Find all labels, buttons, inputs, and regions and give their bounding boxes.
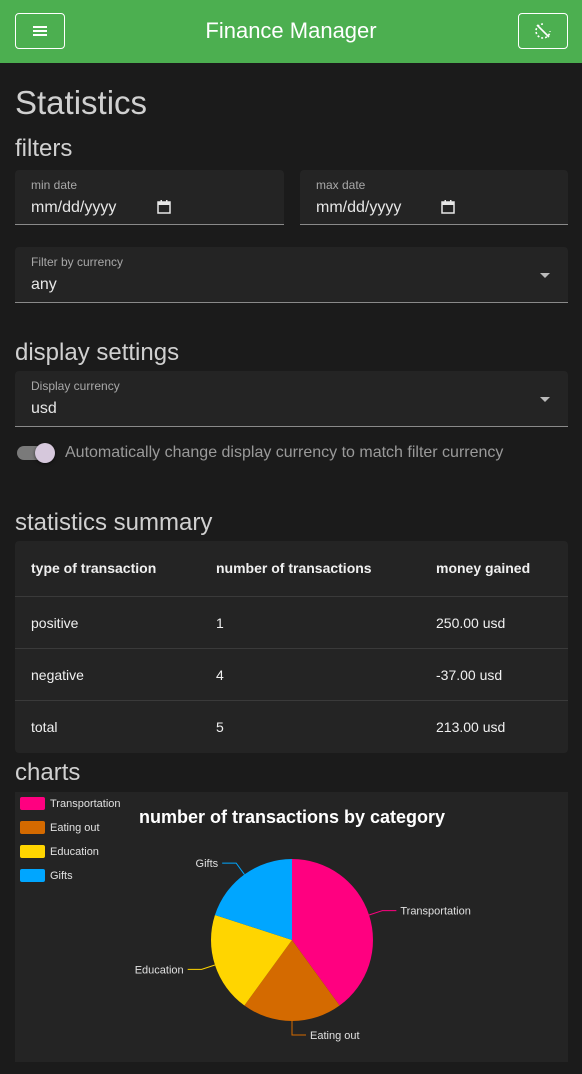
pie-leader-line bbox=[187, 964, 216, 970]
table-row: total 5 213.00 usd bbox=[15, 701, 568, 753]
display-currency-label: Display currency bbox=[31, 379, 120, 393]
table-row: negative 4 -37.00 usd bbox=[15, 649, 568, 701]
display-currency-value: usd bbox=[31, 400, 57, 417]
table-cell: negative bbox=[31, 667, 84, 683]
pie-label: Eating out bbox=[310, 1030, 360, 1042]
legend-label[interactable]: Gifts bbox=[50, 870, 73, 882]
table-cell: total bbox=[31, 719, 58, 735]
min-date-input[interactable]: mm/dd/yyyy bbox=[31, 199, 116, 217]
auto-currency-toggle-thumb[interactable] bbox=[35, 443, 55, 463]
chart-panel: number of transactions by category Trans… bbox=[15, 792, 568, 1062]
table-cell: 4 bbox=[216, 667, 224, 683]
filter-currency-select[interactable]: Filter by currency any bbox=[15, 247, 568, 303]
column-header: type of transaction bbox=[31, 560, 157, 576]
table-cell: -37.00 usd bbox=[436, 667, 503, 683]
legend-label[interactable]: Transportation bbox=[50, 798, 121, 810]
table-cell: 250.00 usd bbox=[436, 615, 506, 631]
min-date-field[interactable]: min date mm/dd/yyyy bbox=[15, 170, 284, 225]
table-cell: 1 bbox=[216, 615, 224, 631]
display-currency-select[interactable]: Display currency usd bbox=[15, 371, 568, 427]
legend-swatch[interactable] bbox=[20, 869, 45, 882]
table-header-row: type of transaction number of transactio… bbox=[15, 541, 568, 597]
filter-currency-value: any bbox=[31, 276, 57, 293]
table-cell: positive bbox=[31, 615, 79, 631]
pie-chart: number of transactions by category Trans… bbox=[20, 797, 471, 1042]
legend-swatch[interactable] bbox=[20, 797, 45, 810]
chart-title: number of transactions by category bbox=[139, 807, 445, 827]
column-header: money gained bbox=[436, 560, 531, 576]
pie-label: Gifts bbox=[196, 858, 219, 870]
legend-label[interactable]: Education bbox=[50, 846, 99, 858]
legend-swatch[interactable] bbox=[20, 821, 45, 834]
pie-label: Transportation bbox=[400, 906, 471, 918]
auto-currency-toggle-label: Automatically change display currency to… bbox=[65, 444, 504, 461]
calendar-icon[interactable] bbox=[157, 200, 171, 214]
max-date-field[interactable]: max date mm/dd/yyyy bbox=[300, 170, 568, 225]
max-date-label: max date bbox=[316, 178, 366, 192]
charts-heading: charts bbox=[15, 759, 81, 786]
max-date-input[interactable]: mm/dd/yyyy bbox=[316, 199, 401, 217]
theme-toggle-button[interactable] bbox=[518, 13, 568, 49]
table-cell: 5 bbox=[216, 719, 224, 735]
display-settings-heading: display settings bbox=[15, 339, 180, 366]
calendar-icon[interactable] bbox=[441, 200, 455, 214]
pie-leader-line bbox=[291, 1021, 306, 1036]
table-cell: 213.00 usd bbox=[436, 719, 506, 735]
legend-swatch[interactable] bbox=[20, 845, 45, 858]
app-bar: Finance Manager bbox=[0, 0, 582, 63]
app-title: Finance Manager bbox=[205, 18, 377, 43]
table-row: positive 1 250.00 usd bbox=[15, 597, 568, 649]
filters-heading: filters bbox=[15, 135, 73, 162]
theme-toggle-icon bbox=[535, 23, 551, 39]
pie-leader-line bbox=[368, 910, 397, 916]
chevron-down-icon bbox=[540, 273, 550, 278]
page-title: Statistics bbox=[15, 84, 148, 121]
statistics-summary-table: type of transaction number of transactio… bbox=[15, 541, 568, 753]
legend-label[interactable]: Eating out bbox=[50, 822, 100, 834]
pie-label: Education bbox=[135, 964, 184, 976]
statistics-summary-heading: statistics summary bbox=[15, 509, 213, 536]
filter-currency-label: Filter by currency bbox=[31, 255, 124, 269]
chevron-down-icon bbox=[540, 397, 550, 402]
pie-leader-line bbox=[222, 862, 245, 875]
column-header: number of transactions bbox=[216, 560, 372, 576]
min-date-label: min date bbox=[31, 178, 78, 192]
